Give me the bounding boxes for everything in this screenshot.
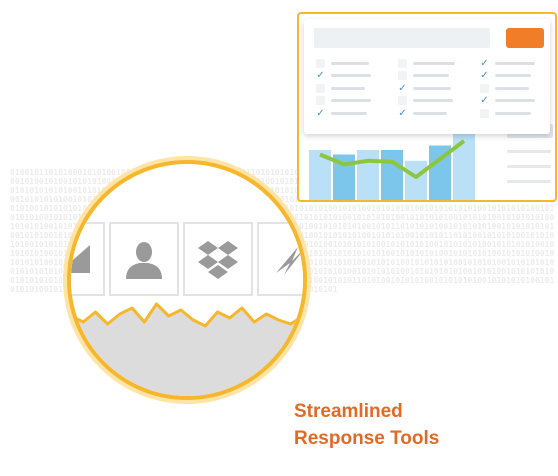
option-column: ✓ ✓	[316, 57, 386, 120]
checkmark-icon: ✓	[480, 70, 489, 82]
checkbox-empty-icon	[480, 83, 489, 93]
chart-bar	[381, 150, 403, 200]
option-label-placeholder	[413, 99, 453, 103]
checkbox-empty-icon	[316, 83, 325, 93]
feature-caption: Streamlined Response Tools	[294, 398, 439, 452]
placeholder-line	[507, 150, 551, 153]
option-label-placeholder	[331, 86, 365, 90]
option-label-placeholder	[331, 74, 371, 78]
option-label-placeholder	[495, 74, 531, 78]
option-column: ✓ ✓ ✓	[480, 57, 550, 120]
chart-bar	[357, 150, 379, 200]
option-label-placeholder	[331, 61, 369, 65]
magnifier-lens	[67, 160, 307, 400]
checkbox-empty-icon	[480, 108, 489, 118]
option-label-placeholder	[413, 111, 447, 115]
checkmark-icon: ✓	[316, 107, 325, 119]
filter-dropdown-panel: ✓ ✓ ✓ ✓ ✓ ✓ ✓	[304, 19, 550, 134]
checkbox-empty-icon	[398, 58, 407, 68]
option-label-placeholder	[331, 99, 371, 103]
activity-area	[71, 304, 303, 396]
option-label-placeholder	[495, 111, 531, 115]
option-label-placeholder	[413, 61, 455, 65]
filter-option[interactable]	[398, 57, 468, 70]
chart-bar	[453, 127, 475, 200]
option-label-placeholder	[413, 74, 449, 78]
filter-option[interactable]: ✓	[480, 70, 550, 83]
option-label-placeholder	[331, 111, 367, 115]
caption-line-1: Streamlined	[294, 401, 403, 422]
caption-line-2: Response Tools	[294, 428, 440, 449]
filter-option[interactable]	[480, 82, 550, 95]
checkmark-icon: ✓	[480, 57, 489, 69]
option-column: ✓ ✓	[398, 57, 468, 120]
placeholder-line	[507, 180, 551, 183]
filter-option[interactable]: ✓	[316, 70, 386, 83]
dashboard-card: ▼ ✓✓✓✓✓✓✓	[297, 12, 557, 202]
filter-option[interactable]: ✓	[398, 107, 468, 120]
checkmark-icon: ✓	[480, 95, 489, 107]
filter-option[interactable]	[316, 82, 386, 95]
checkmark-icon: ✓	[398, 82, 407, 94]
checkbox-empty-icon	[398, 96, 407, 106]
apply-button[interactable]	[506, 28, 544, 48]
lens-content	[71, 164, 303, 396]
hero-illustration: 0100101101010001010100100101010010101001…	[0, 0, 558, 476]
option-label-placeholder	[495, 99, 535, 103]
checkbox-empty-icon	[316, 96, 325, 106]
filter-option[interactable]: ✓	[316, 107, 386, 120]
option-label-placeholder	[413, 86, 451, 90]
placeholder-line	[507, 165, 551, 168]
filter-search-input[interactable]	[314, 28, 490, 48]
filter-option[interactable]	[316, 57, 386, 70]
filter-option[interactable]	[480, 107, 550, 120]
filter-option[interactable]	[398, 70, 468, 83]
chart-bar	[405, 160, 427, 200]
checkbox-empty-icon	[398, 71, 407, 81]
checkbox-empty-icon	[316, 58, 325, 68]
filter-option[interactable]: ✓	[480, 95, 550, 108]
filter-option[interactable]: ✓	[398, 82, 468, 95]
filter-option[interactable]: ✓	[480, 57, 550, 70]
checkmark-icon: ✓	[316, 70, 325, 82]
activity-graph	[71, 302, 303, 396]
filter-option[interactable]	[398, 95, 468, 108]
filter-option[interactable]	[316, 95, 386, 108]
option-label-placeholder	[495, 61, 535, 65]
option-label-placeholder	[495, 86, 529, 90]
checkmark-icon: ✓	[398, 107, 407, 119]
